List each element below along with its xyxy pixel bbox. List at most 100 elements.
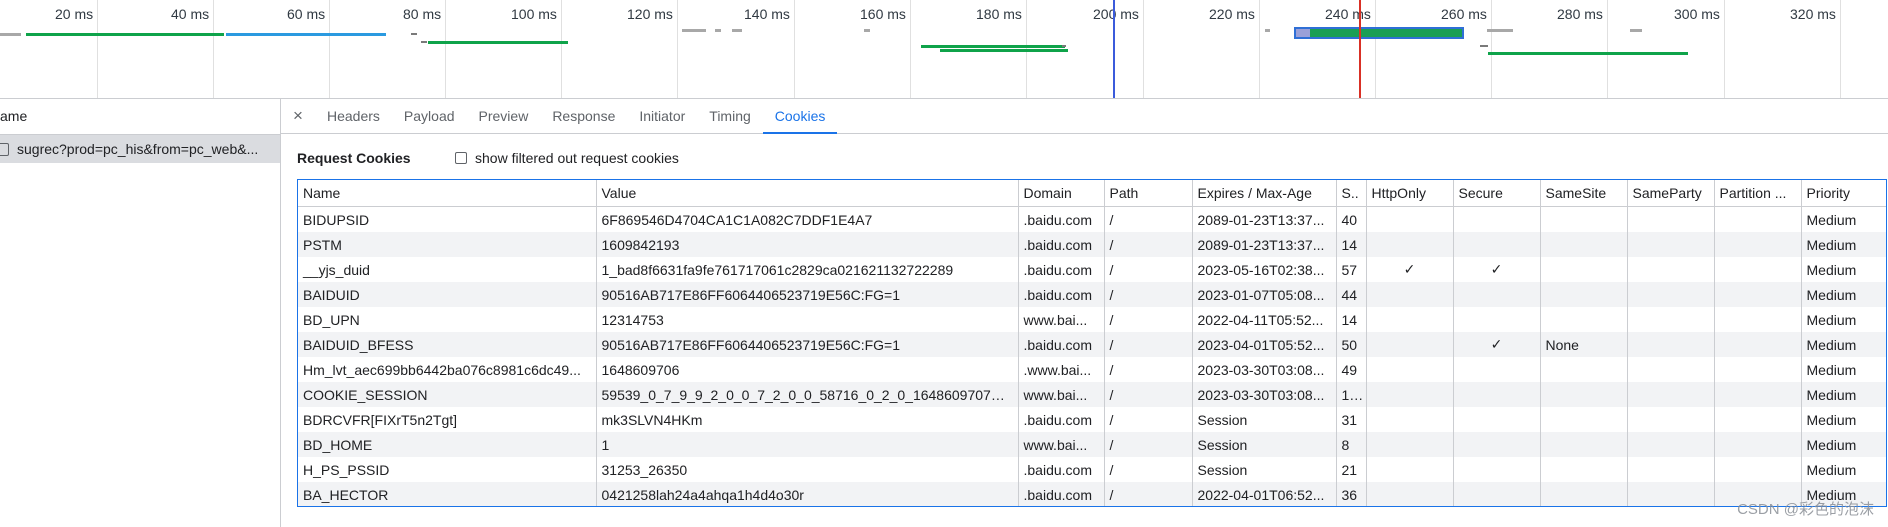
timeline-request-bar[interactable] [1488,52,1688,55]
table-cell: BD_UPN [303,311,360,328]
timeline-request-bar[interactable] [1630,29,1642,32]
table-row[interactable]: BIDUPSID 6F869546D4704CA1C1A082C7DDF1E4A7… [298,206,1886,232]
column-header[interactable]: Path [1103,180,1192,207]
name-column-header[interactable]: ame [0,99,280,135]
table-cell: .baidu.com [1017,407,1104,432]
table-row[interactable]: BAIDUID 90516AB717E86FF6064406523719E56C:… [298,282,1886,307]
column-header[interactable]: Domain [1017,180,1104,207]
table-cell: BDRCVFR[FIXrT5n2Tgt] [303,411,458,428]
timeline-request-bar[interactable] [921,45,1065,48]
table-cell: 2089-01-23T13:37... [1191,232,1336,257]
timeline-request-bar[interactable] [1265,29,1270,32]
table-cell [1713,432,1801,457]
timeline-gridline [213,0,214,98]
tab-timing[interactable]: Timing [697,99,763,133]
timeline-tick-label: 60 ms [287,6,326,22]
timeline-request-bar[interactable] [411,33,417,35]
table-row[interactable]: BAIDUID_BFESS 90516AB717E86FF606440652371… [298,332,1886,357]
column-header[interactable]: Partition ... [1713,180,1801,207]
request-cookies-header: Request Cookies show filtered out reques… [297,150,679,166]
timeline-tick-label: 300 ms [1674,6,1720,22]
table-cell: .baidu.com [1017,257,1104,282]
table-cell: 2023-05-16T02:38... [1191,257,1336,282]
table-cell [1539,357,1627,382]
column-header[interactable]: Name [298,180,596,207]
show-filtered-checkbox[interactable] [455,152,467,164]
timeline-tick-label: 120 ms [627,6,673,22]
column-header[interactable]: Expires / Max-Age [1191,180,1336,207]
table-cell: 2023-03-30T03:08... [1191,357,1336,382]
table-cell [1713,457,1801,482]
table-cell: / [1103,432,1192,457]
request-row[interactable]: sugrec?prod=pc_his&from=pc_web&... [0,135,280,163]
timeline-request-bar[interactable] [715,29,721,32]
timeline-request-bar[interactable] [26,33,224,36]
table-cell: Medium [1800,332,1886,357]
table-cell: BA_HECTOR [303,486,389,503]
timeline-request-bar[interactable] [1062,45,1066,47]
table-cell [1539,232,1627,257]
timeline-request-bar[interactable] [864,29,870,32]
table-row[interactable]: COOKIE_SESSION 59539_0_7_9_9_2_0_0_7_2_0_… [298,382,1886,407]
timeline-request-bar[interactable] [226,33,386,36]
table-cell [1539,382,1627,407]
table-cell [1713,307,1801,332]
timeline-gridline [561,0,562,98]
show-filtered-label[interactable]: show filtered out request cookies [475,150,679,166]
tab-payload[interactable]: Payload [392,99,467,133]
table-row[interactable]: BA_HECTOR 0421258lah24a4ahqa1h4d4o30r .bai… [298,482,1886,506]
timeline-gridline [445,0,446,98]
column-header[interactable]: HttpOnly [1365,180,1453,207]
timeline-tick-label: 160 ms [860,6,906,22]
table-row[interactable]: PSTM 1609842193 .baidu.com/2089-01-23T13:3… [298,232,1886,257]
tab-cookies[interactable]: Cookies [762,99,838,134]
table-row[interactable]: H_PS_PSSID 31253_26350 .baidu.com / Session 2… [298,457,1886,482]
table-row[interactable]: Hm_lvt_aec699bb6442ba076c8981c6dc49... 16… [298,357,1886,382]
timeline-tick-label: 100 ms [511,6,557,22]
timeline-request-bar[interactable] [1487,29,1513,32]
table-cell [1365,407,1453,432]
timeline-request-bar[interactable] [732,29,742,32]
tab-initiator[interactable]: Initiator [627,99,697,133]
timeline-request-bar[interactable] [940,49,1068,52]
timeline-request-bar[interactable] [682,29,706,32]
table-cell: 44 [1335,282,1366,307]
tab-response[interactable]: Response [540,99,627,133]
table-cell: .baidu.com [1017,232,1104,257]
table-row[interactable]: BD_UPN 12314753 www.bai.../2022-04-11T05:5… [298,307,1886,332]
table-cell: 36 [1335,482,1366,506]
column-header[interactable]: SameSite [1539,180,1627,207]
tab-headers[interactable]: Headers [315,99,392,133]
table-cell: 40 [1335,206,1366,232]
timeline-request-bar[interactable] [0,33,21,36]
table-cell [1626,307,1714,332]
timeline-gridline [329,0,330,98]
table-cell: 90516AB717E86FF6064406523719E56C:FG=1 [595,282,1018,307]
table-cell: Medium [1800,232,1886,257]
table-cell [1713,357,1801,382]
selected-request-bar[interactable] [1294,27,1464,39]
table-cell [1539,457,1627,482]
table-cell: .baidu.com [1017,457,1104,482]
timeline-request-bar[interactable] [1480,45,1488,47]
table-cell: Medium [1800,206,1886,232]
timeline-gridline [1491,0,1492,98]
timeline-overview[interactable]: 20 ms 40 ms 60 ms 80 ms 100 ms 120 ms 140 ms 16… [0,0,1888,99]
timeline-request-bar[interactable] [421,41,427,43]
column-header[interactable]: Value [595,180,1018,207]
timeline-tick-label: 80 ms [403,6,442,22]
column-header[interactable]: S.. [1335,180,1366,207]
column-header[interactable]: Secure [1452,180,1540,207]
table-row[interactable]: __yjs_duid 1_bad8f6631fa9fe761717061c2829… [298,257,1886,282]
timeline-tick-label: 240 ms [1325,6,1371,22]
table-row[interactable]: BDRCVFR[FIXrT5n2Tgt] mk3SLVN4HKm .baidu.co… [298,407,1886,432]
table-cell: www.bai... [1017,432,1104,457]
table-row[interactable]: BD_HOME 1 www.bai... / Session 8 Medium [298,432,1886,457]
tab-preview[interactable]: Preview [467,99,541,133]
timeline-tick-label: 320 ms [1790,6,1836,22]
column-header[interactable]: SameParty [1626,180,1714,207]
close-icon[interactable]: × [281,99,315,133]
timeline-request-bar[interactable] [428,41,568,44]
column-header[interactable]: Priority [1800,180,1886,207]
table-cell [1713,232,1801,257]
